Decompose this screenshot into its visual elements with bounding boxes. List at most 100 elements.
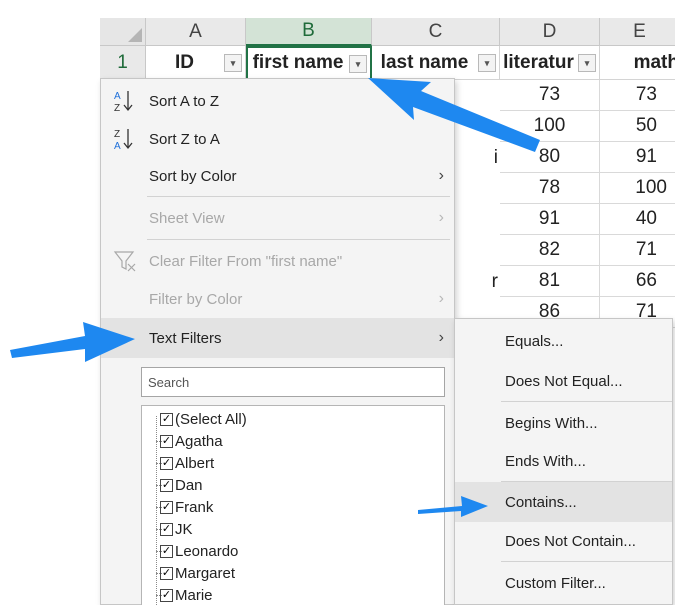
submenu-item-does-not-contain[interactable]: Does Not Contain...: [455, 521, 672, 561]
submenu-label: Contains...: [505, 493, 577, 511]
tree-connector: [156, 416, 157, 605]
submenu-item-does-not-equal[interactable]: Does Not Equal...: [455, 361, 672, 401]
table-cell[interactable]: 40: [600, 204, 675, 235]
filter-value-label: (Select All): [175, 410, 247, 428]
menu-label: Sort by Color: [149, 167, 237, 185]
menu-divider: [147, 239, 450, 240]
column-header-b[interactable]: B: [246, 18, 372, 46]
select-all-corner[interactable]: [100, 18, 146, 46]
column-header-e[interactable]: E: [600, 18, 675, 46]
column-header-a[interactable]: A: [146, 18, 246, 46]
filter-value-label: Agatha: [175, 432, 223, 450]
menu-item-sort-a-to-z[interactable]: A Z Sort A to Z: [101, 81, 454, 121]
menu-label: Sort A to Z: [149, 92, 220, 110]
column-header-c[interactable]: C: [372, 18, 500, 46]
header-text: literatur: [503, 51, 574, 73]
table-cell[interactable]: 73: [500, 80, 600, 111]
menu-item-filter-by-color: Filter by Color ›: [101, 279, 454, 319]
filter-value-label: Albert: [175, 454, 215, 472]
submenu-item-ends-with[interactable]: Ends With...: [455, 441, 672, 481]
menu-item-sheet-view: Sheet View ›: [101, 198, 454, 238]
filter-dropdown-icon[interactable]: ▾: [224, 54, 242, 72]
svg-text:Z: Z: [114, 129, 120, 140]
menu-label: Text Filters: [149, 329, 222, 347]
submenu-item-begins-with[interactable]: Begins With...: [455, 403, 672, 443]
filter-value-item[interactable]: ✓ Albert: [156, 452, 215, 474]
submenu-label: Does Not Contain...: [505, 532, 636, 550]
header-text: last name: [380, 51, 469, 73]
header-text: ID: [175, 51, 194, 73]
menu-item-sort-z-to-a[interactable]: Z A Sort Z to A: [101, 119, 454, 159]
filter-values-list[interactable]: ✓ (Select All) ✓ Agatha ✓ Albert ✓ Dan ✓…: [141, 405, 445, 605]
header-text: math: [633, 51, 675, 73]
filter-value-label: Leonardo: [175, 542, 239, 560]
menu-item-text-filters[interactable]: Text Filters ›: [101, 318, 454, 358]
filter-value-label: Margaret: [175, 564, 236, 582]
table-cell[interactable]: 81: [500, 266, 600, 297]
svg-text:Z: Z: [114, 103, 120, 114]
filter-dropdown-icon[interactable]: ▾: [478, 54, 496, 72]
submenu-label: Ends With...: [505, 452, 586, 470]
header-cell-first-name[interactable]: first name ▾: [246, 46, 372, 80]
filter-search-input[interactable]: [141, 367, 445, 397]
filter-value-item[interactable]: ✓ Dan: [156, 474, 203, 496]
filter-value-item[interactable]: ✓ Agatha: [156, 430, 223, 452]
table-cell[interactable]: 73: [600, 80, 675, 111]
autofilter-dropdown: A Z Sort A to Z Z A Sort Z to A Sort by …: [100, 78, 455, 605]
header-cell-id[interactable]: ID ▾: [146, 46, 246, 80]
header-cell-literature[interactable]: literatur ▾: [500, 46, 600, 80]
table-cell[interactable]: 80: [500, 142, 600, 173]
filter-value-item[interactable]: ✓ Margaret: [156, 562, 236, 584]
sort-ascending-icon: A Z: [114, 91, 133, 114]
sort-descending-icon: Z A: [114, 129, 133, 152]
header-text: first name: [252, 52, 344, 73]
table-cell[interactable]: 82: [500, 235, 600, 266]
chevron-right-icon: ›: [438, 209, 444, 226]
table-cell[interactable]: 50: [600, 111, 675, 142]
filter-value-item[interactable]: ✓ Frank: [156, 496, 214, 518]
submenu-label: Begins With...: [505, 414, 598, 432]
text-filters-submenu: Equals... Does Not Equal... Begins With.…: [454, 318, 673, 605]
svg-text:A: A: [114, 141, 121, 152]
menu-divider: [501, 401, 672, 402]
submenu-label: Custom Filter...: [505, 574, 606, 592]
filter-value-label: JK: [175, 520, 193, 538]
submenu-item-custom-filter[interactable]: Custom Filter...: [455, 563, 672, 603]
header-cell-last-name[interactable]: last name ▾: [372, 46, 500, 80]
filter-dropdown-icon[interactable]: ▾: [349, 55, 367, 73]
table-cell[interactable]: 91: [500, 204, 600, 235]
menu-divider: [501, 561, 672, 562]
menu-label: Sheet View: [149, 209, 225, 227]
filter-value-item[interactable]: ✓ Leonardo: [156, 540, 239, 562]
filter-value-item[interactable]: ✓ Marie: [156, 584, 213, 605]
row-header-1[interactable]: 1: [100, 46, 146, 80]
column-header-d[interactable]: D: [500, 18, 600, 46]
checkbox-checked[interactable]: ✓: [160, 412, 173, 426]
table-cell[interactable]: 66: [600, 266, 675, 297]
menu-label: Clear Filter From "first name": [149, 252, 343, 270]
table-cell[interactable]: 71: [600, 235, 675, 266]
chevron-right-icon: ›: [438, 329, 444, 346]
submenu-item-equals[interactable]: Equals...: [455, 321, 672, 361]
table-cell[interactable]: 100: [600, 173, 675, 204]
filter-value-label: Marie: [175, 586, 213, 604]
filter-value-label: Dan: [175, 476, 203, 494]
menu-divider: [147, 196, 450, 197]
table-cell[interactable]: 100: [500, 111, 600, 142]
filter-value-label: Frank: [175, 498, 214, 516]
chevron-right-icon: ›: [438, 290, 444, 307]
submenu-label: Does Not Equal...: [505, 372, 623, 390]
table-cell[interactable]: 78: [500, 173, 600, 204]
submenu-item-contains[interactable]: Contains...: [455, 482, 672, 522]
filter-dropdown-icon[interactable]: ▾: [578, 54, 596, 72]
filter-value-select-all[interactable]: ✓ (Select All): [160, 408, 247, 430]
clear-filter-icon: [113, 251, 136, 272]
submenu-label: Equals...: [505, 332, 564, 350]
chevron-right-icon: ›: [438, 167, 444, 184]
filter-value-item[interactable]: ✓ JK: [156, 518, 193, 540]
menu-label: Sort Z to A: [149, 130, 220, 148]
svg-text:A: A: [114, 91, 121, 102]
header-cell-math[interactable]: math: [600, 46, 675, 80]
table-cell[interactable]: 91: [600, 142, 675, 173]
menu-item-sort-by-color[interactable]: Sort by Color ›: [101, 156, 454, 196]
